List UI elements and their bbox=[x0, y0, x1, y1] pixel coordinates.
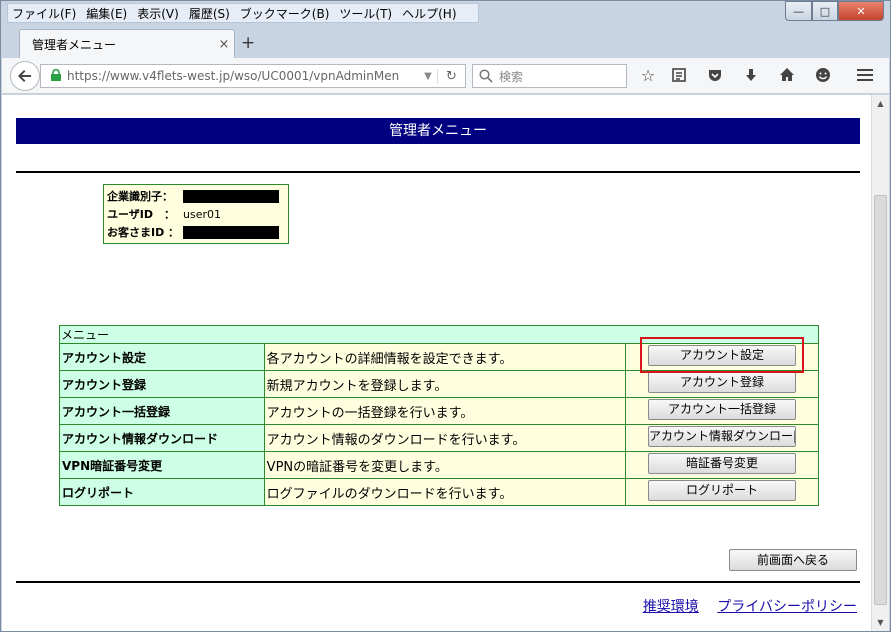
log-report-button[interactable]: ログリポート bbox=[648, 479, 797, 501]
tab-title: 管理者メニュー bbox=[32, 37, 117, 52]
row-description: VPNの暗証番号を変更します。 bbox=[263, 451, 627, 479]
account-download-button[interactable]: アカウント情報ダウンロー| bbox=[648, 425, 797, 447]
pin-change-button[interactable]: 暗証番号変更 bbox=[648, 452, 797, 474]
menu-help[interactable]: ヘルプ(H) bbox=[402, 5, 456, 22]
menu-bar: ファイル(F) 編集(E) 表示(V) 履歴(S) ブックマーク(B) ツール(… bbox=[7, 3, 479, 23]
company-id-redacted bbox=[183, 189, 279, 203]
menu-history[interactable]: 履歴(S) bbox=[189, 5, 230, 22]
star-icon[interactable]: ☆ bbox=[638, 67, 658, 85]
account-info-box: 企業識別子： ユーザID ： user01 お客さまID ： bbox=[103, 184, 289, 244]
table-row: アカウント一括登録 アカウントの一括登録を行います。 アカウント一括登録 bbox=[59, 397, 819, 425]
row-name: アカウント一括登録 bbox=[59, 397, 265, 425]
menu-bookmarks[interactable]: ブックマーク(B) bbox=[240, 5, 330, 22]
company-id-label: 企業識別子： bbox=[107, 190, 173, 203]
reload-icon[interactable]: ↻ bbox=[437, 68, 465, 84]
row-description: ログファイルのダウンロードを行います。 bbox=[263, 478, 627, 506]
row-description: アカウントの一括登録を行います。 bbox=[263, 397, 627, 425]
back-to-previous-button[interactable]: 前画面へ戻る bbox=[729, 549, 857, 571]
divider-bottom bbox=[16, 581, 860, 583]
search-input[interactable]: 検索 bbox=[472, 64, 627, 88]
hamburger-menu-icon[interactable] bbox=[855, 67, 875, 87]
customer-id-redacted bbox=[183, 225, 279, 239]
tab-close-icon[interactable]: × bbox=[214, 37, 234, 52]
scroll-up-icon[interactable]: ▲ bbox=[872, 95, 889, 112]
menu-file[interactable]: ファイル(F) bbox=[12, 5, 76, 22]
scroll-down-icon[interactable]: ▼ bbox=[872, 614, 889, 631]
row-name: アカウント登録 bbox=[59, 370, 265, 398]
scroll-thumb[interactable] bbox=[874, 195, 887, 605]
row-description: 新規アカウントを登録します。 bbox=[263, 370, 627, 398]
smiley-icon[interactable] bbox=[813, 67, 833, 87]
navigation-toolbar: https://www.v4flets-west.jp/wso/UC0001/v… bbox=[2, 58, 889, 94]
row-name: ログリポート bbox=[59, 478, 265, 506]
table-row: アカウント情報ダウンロード アカウント情報のダウンロードを行います。 アカウント… bbox=[59, 424, 819, 452]
url-dropdown-icon[interactable]: ▼ bbox=[419, 71, 437, 82]
maximize-button[interactable]: □ bbox=[812, 1, 838, 21]
home-icon[interactable] bbox=[777, 67, 797, 87]
new-tab-button[interactable]: + bbox=[241, 33, 255, 53]
url-text: https://www.v4flets-west.jp/wso/UC0001/v… bbox=[67, 69, 400, 83]
search-placeholder: 検索 bbox=[499, 69, 524, 84]
row-description: 各アカウントの詳細情報を設定できます。 bbox=[263, 343, 627, 371]
table-row: ログリポート ログファイルのダウンロードを行います。 ログリポート bbox=[59, 478, 819, 506]
window-controls: — □ ✕ bbox=[785, 1, 884, 21]
close-window-button[interactable]: ✕ bbox=[838, 1, 884, 21]
user-id-value: user01 bbox=[183, 207, 221, 221]
back-button[interactable] bbox=[10, 61, 40, 91]
search-icon bbox=[479, 69, 493, 83]
table-row: VPN暗証番号変更 VPNの暗証番号を変更します。 暗証番号変更 bbox=[59, 451, 819, 479]
customer-id-label: お客さまID ： bbox=[107, 226, 180, 239]
page-content: 管理者メニュー 企業識別子： ユーザID ： user01 お客さまID ： メ… bbox=[2, 95, 871, 631]
footer-links: 推奨環境 プライバシーポリシー bbox=[629, 596, 857, 616]
download-icon[interactable] bbox=[741, 67, 761, 87]
highlight-box bbox=[640, 337, 804, 373]
minimize-button[interactable]: — bbox=[785, 1, 812, 21]
recommended-env-link[interactable]: 推奨環境 bbox=[643, 599, 699, 615]
account-register-button[interactable]: アカウント登録 bbox=[648, 371, 797, 393]
address-bar[interactable]: https://www.v4flets-west.jp/wso/UC0001/v… bbox=[40, 64, 466, 88]
back-arrow-icon bbox=[18, 70, 31, 82]
row-description: アカウント情報のダウンロードを行います。 bbox=[263, 424, 627, 452]
tab-admin-menu[interactable]: 管理者メニュー × bbox=[19, 29, 235, 58]
lock-icon bbox=[51, 68, 61, 84]
menu-view[interactable]: 表示(V) bbox=[137, 5, 179, 22]
row-name: VPN暗証番号変更 bbox=[59, 451, 265, 479]
page-title: 管理者メニュー bbox=[16, 118, 860, 144]
tab-strip: 管理者メニュー × + bbox=[1, 27, 890, 58]
table-row: アカウント登録 新規アカウントを登録します。 アカウント登録 bbox=[59, 370, 819, 398]
row-name: アカウント設定 bbox=[59, 343, 265, 371]
row-name: アカウント情報ダウンロード bbox=[59, 424, 265, 452]
bulk-register-button[interactable]: アカウント一括登録 bbox=[648, 398, 797, 420]
pocket-icon[interactable] bbox=[705, 67, 725, 87]
customer-id-row: お客さまID ： bbox=[107, 223, 285, 241]
company-id-row: 企業識別子： bbox=[107, 187, 285, 205]
browser-window: ファイル(F) 編集(E) 表示(V) 履歴(S) ブックマーク(B) ツール(… bbox=[0, 0, 891, 632]
menu-edit[interactable]: 編集(E) bbox=[86, 5, 127, 22]
divider-top bbox=[16, 171, 860, 173]
vertical-scrollbar[interactable]: ▲ ▼ bbox=[871, 95, 889, 631]
reader-icon[interactable] bbox=[669, 67, 689, 87]
privacy-policy-link[interactable]: プライバシーポリシー bbox=[717, 599, 857, 615]
user-id-row: ユーザID ： user01 bbox=[107, 205, 285, 223]
menu-tools[interactable]: ツール(T) bbox=[339, 5, 392, 22]
user-id-label: ユーザID ： bbox=[107, 208, 176, 221]
